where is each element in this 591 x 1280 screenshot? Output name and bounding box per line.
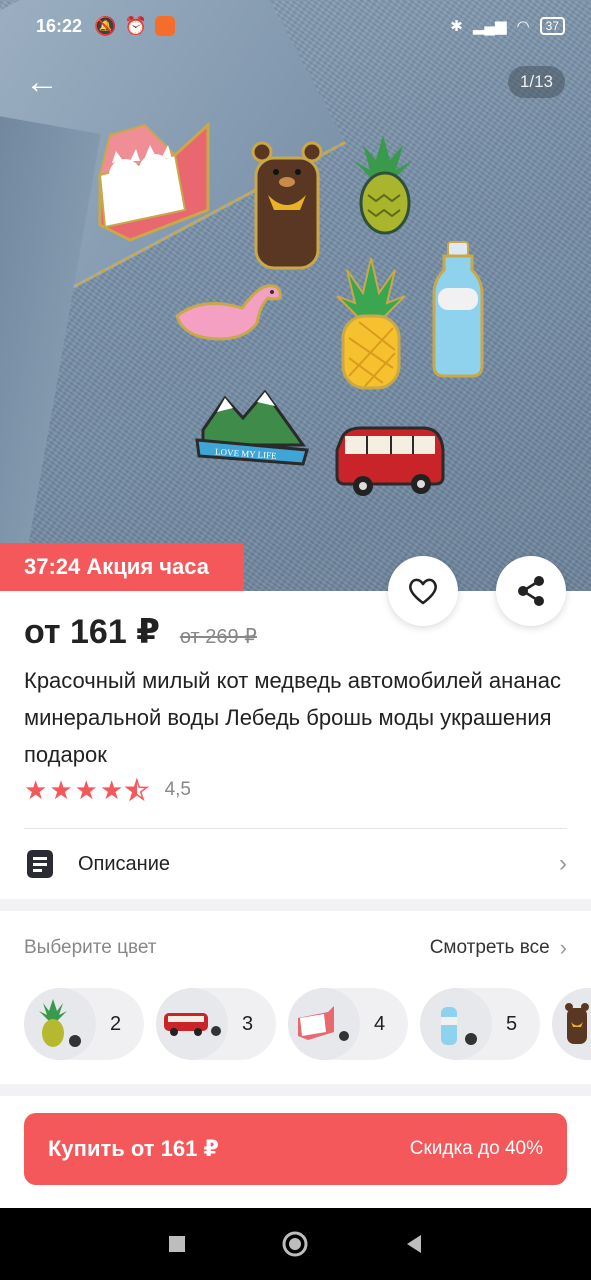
color-option-count: 2 [110, 1012, 122, 1035]
jacket-panel [0, 113, 101, 591]
star-icon: ★ [49, 775, 73, 805]
pineapple-pin-icon [24, 988, 96, 1060]
star-icon: ★ [74, 775, 98, 805]
bus-pin-icon [335, 426, 445, 496]
status-bar: 16:22 🔕 ⏰ ✱ ▂▄▆ ◠ 37 [0, 0, 591, 52]
discount-label: Скидка до 40% [409, 1138, 543, 1159]
flamingo-pin-icon [175, 284, 282, 341]
choose-color-label: Выберите цвет [24, 937, 157, 958]
star-icon: ★ [99, 775, 124, 805]
promo-timer-banner: 37:24 Акция часа [0, 543, 244, 591]
bluetooth-icon: ✱ [450, 18, 463, 35]
pineapple-large-pin-icon [336, 258, 406, 390]
image-counter: 1/13 [507, 66, 565, 98]
heart-icon [409, 578, 437, 605]
color-option[interactable]: 5 [420, 988, 540, 1060]
bus-pin-icon [156, 988, 228, 1060]
buy-button-label: Купить от 161 ₽ [48, 1136, 219, 1161]
alarm-icon: ⏰ [124, 15, 147, 36]
system-nav-bar [0, 1208, 591, 1280]
chevron-right-icon: › [559, 850, 567, 877]
old-price: от 269 ₽ [179, 626, 257, 648]
back-icon[interactable] [403, 1233, 425, 1255]
color-option[interactable]: 3 [156, 988, 276, 1060]
price-row: от 161 ₽ от 269 ₽ [24, 612, 257, 652]
back-arrow-icon[interactable]: ← [22, 62, 62, 102]
color-option[interactable] [552, 988, 591, 1060]
section-separator [0, 899, 591, 911]
favorite-button[interactable] [388, 556, 458, 626]
color-option[interactable]: 4 [288, 988, 408, 1060]
current-price: от 161 ₽ [24, 613, 160, 651]
cat-box-pin-icon [98, 121, 210, 242]
pineapple-pin-icon [353, 135, 413, 235]
battery-icon: 37 [539, 17, 565, 35]
document-icon [27, 850, 53, 878]
color-option-count: 4 [374, 1012, 386, 1035]
color-option-count: 3 [242, 1012, 254, 1035]
star-icon: ★ [24, 775, 48, 805]
signal-icon: ▂▄▆ [472, 18, 507, 35]
product-image[interactable]: LOVE MY LIFE 16:22 🔕 ⏰ ✱ ▂▄▆ ◠ 37 ← 1/13 [0, 0, 591, 591]
product-title: Красочный милый кот медведь автомобилей … [24, 668, 561, 767]
description-row[interactable]: Описание › [24, 829, 567, 899]
section-separator [0, 1084, 591, 1096]
mute-notifications-icon: 🔕 [94, 15, 117, 36]
water-bottle-pin-icon [420, 988, 492, 1060]
share-icon [518, 576, 544, 606]
wifi-icon: ◠ [516, 18, 530, 35]
home-icon[interactable] [281, 1230, 309, 1258]
rating[interactable]: ★ ★ ★ ★ ★ 4,5 [24, 775, 191, 805]
water-bottle-pin-icon [432, 241, 484, 378]
color-option-count: 5 [506, 1012, 518, 1035]
color-options: 2 3 4 5 [24, 988, 591, 1060]
mountain-pin-icon: LOVE MY LIFE [195, 390, 309, 466]
buy-button[interactable]: Купить от 161 ₽ Скидка до 40% [24, 1113, 567, 1185]
chevron-right-icon[interactable]: › [560, 935, 567, 961]
see-all-link[interactable]: Смотреть все [430, 937, 550, 959]
bear-pin-icon [251, 141, 323, 270]
share-button[interactable] [496, 556, 566, 626]
recents-icon[interactable] [167, 1234, 187, 1254]
cat-box-pin-icon [288, 988, 360, 1060]
color-header: Выберите цвет Смотреть все › [24, 935, 567, 961]
color-option[interactable]: 2 [24, 988, 144, 1060]
description-label: Описание [78, 852, 171, 875]
status-time: 16:22 [36, 15, 83, 36]
bear-pin-icon [552, 988, 591, 1060]
half-star-icon: ★ [124, 775, 149, 805]
mi-app-icon [154, 16, 175, 36]
rating-value: 4,5 [164, 779, 191, 800]
